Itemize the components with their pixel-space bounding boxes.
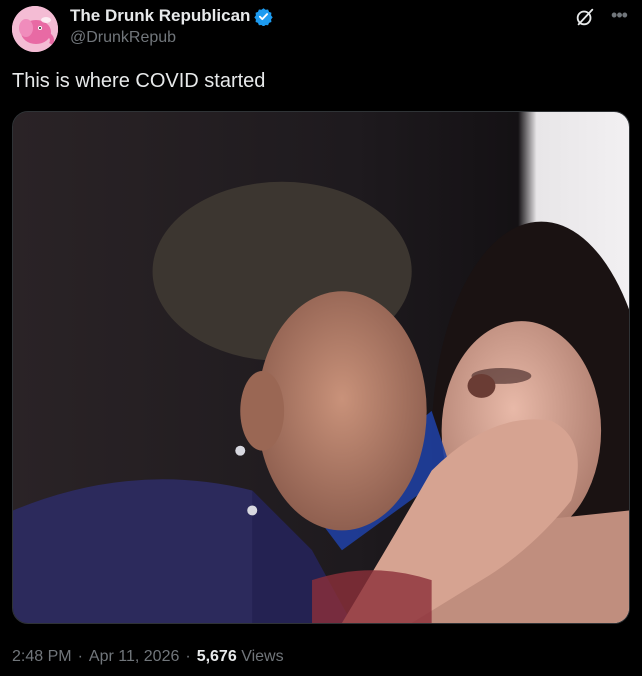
author-handle[interactable]: @DrunkRepub: [70, 29, 176, 47]
avatar[interactable]: [12, 6, 58, 52]
meta-separator: ·: [77, 648, 83, 665]
more-icon[interactable]: •••: [606, 4, 632, 26]
views-label: Views: [241, 648, 284, 665]
tweet-time[interactable]: 2:48 PM: [12, 648, 72, 666]
tweet-meta: 2:48 PM · Apr 11, 2026 · 5,676 Views: [12, 648, 284, 666]
meta-separator: ·: [185, 648, 191, 665]
tweet-text: This is where COVID started: [12, 70, 266, 92]
author-name-row: The Drunk Republican: [70, 6, 274, 27]
pink-elephant-avatar-icon: [12, 6, 58, 52]
tweet-date[interactable]: Apr 11, 2026: [89, 648, 179, 666]
verified-badge-icon: [254, 7, 274, 27]
author-display-name[interactable]: The Drunk Republican: [70, 6, 250, 26]
grok-icon[interactable]: [574, 6, 596, 28]
views-count[interactable]: 5,676: [197, 648, 237, 665]
tweet-media-image[interactable]: [12, 111, 630, 624]
